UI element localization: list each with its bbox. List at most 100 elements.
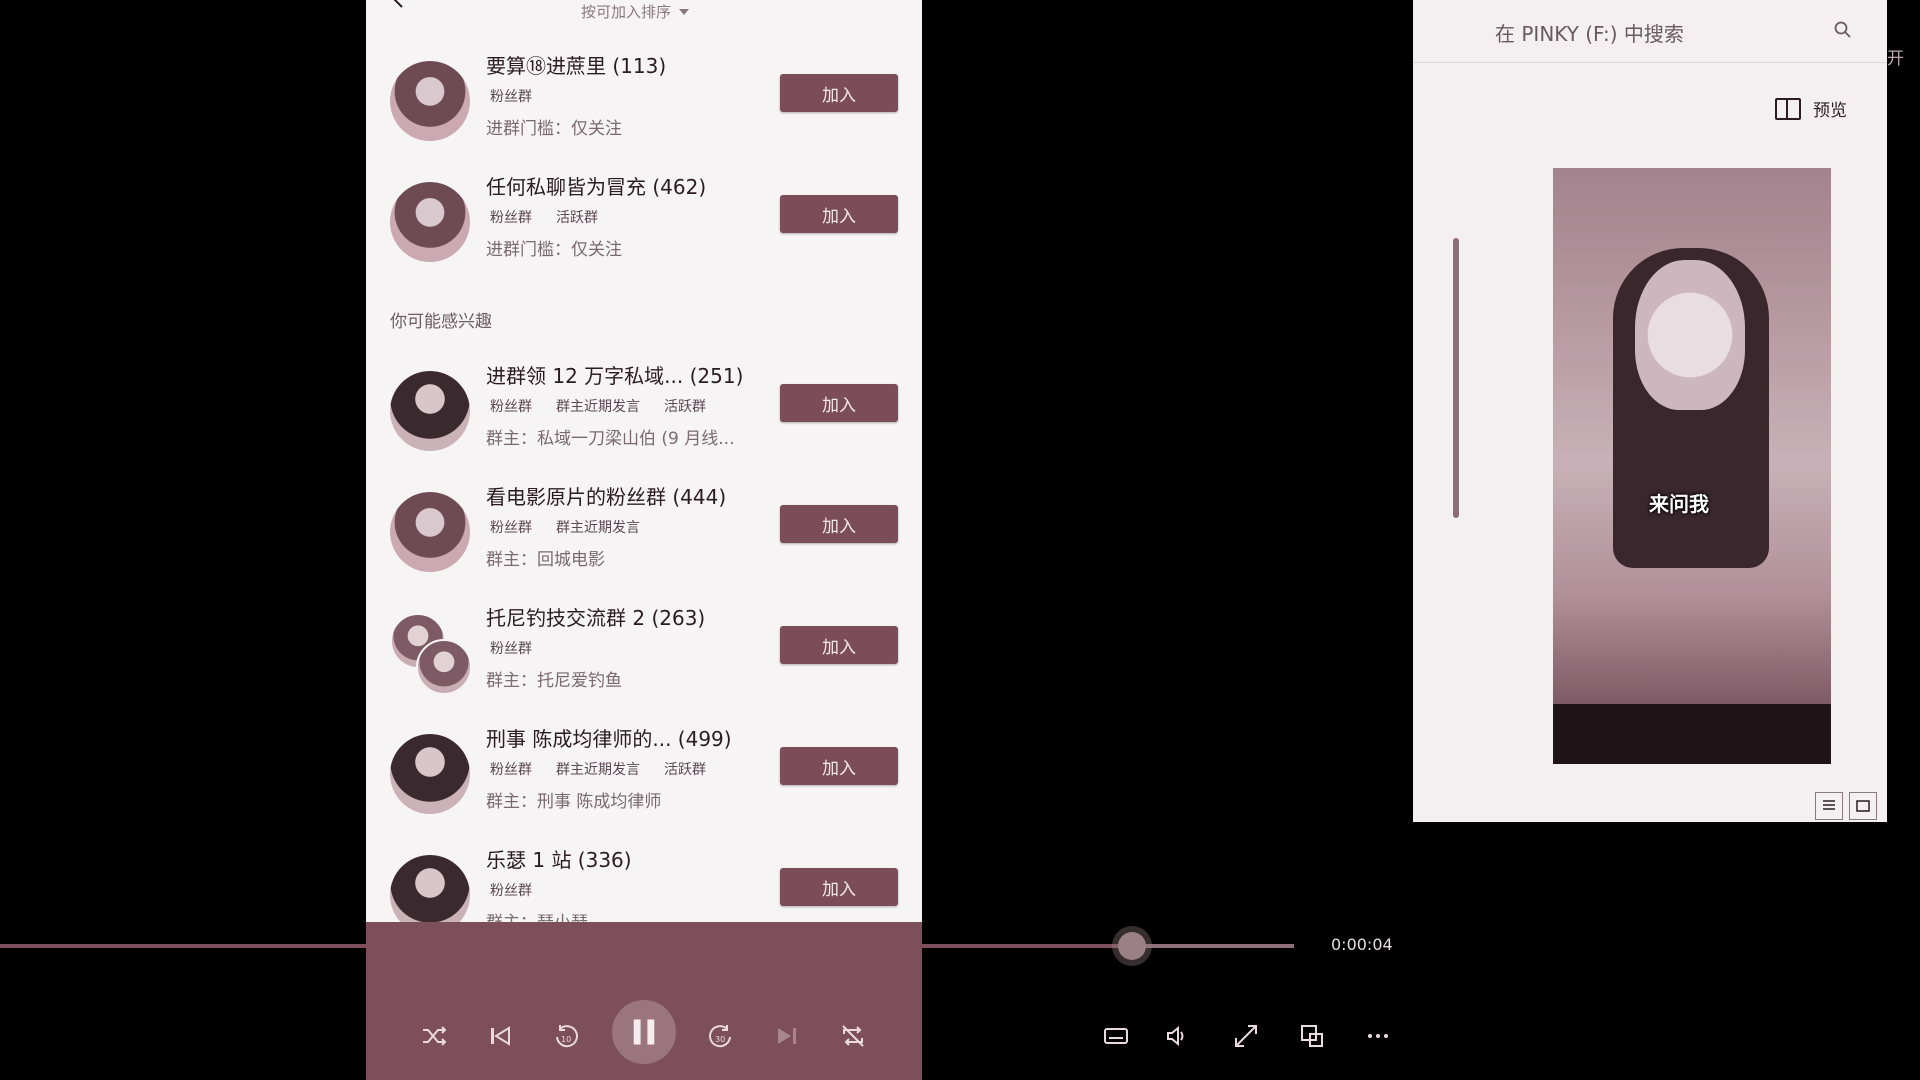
previous-icon: [491, 1026, 510, 1046]
seek-thumb[interactable]: [1118, 932, 1146, 960]
group-tag: 粉丝群: [490, 762, 532, 778]
search-icon[interactable]: [1833, 20, 1853, 40]
group-subtitle: 群主：回城电影: [486, 550, 605, 570]
avatar: [390, 855, 470, 925]
preview-bottom-bar: [1553, 704, 1831, 764]
repeat-off-icon: [842, 1025, 864, 1047]
next-button[interactable]: [769, 1018, 805, 1054]
subtitles-button[interactable]: [1098, 1018, 1134, 1054]
video-thumbnail: 来问我: [1553, 168, 1831, 704]
svg-text:30: 30: [715, 1035, 725, 1044]
group-subtitle: 进群门槛：仅关注: [486, 240, 622, 260]
pause-icon: [633, 1019, 655, 1045]
list-header: 按可加入排序: [366, 0, 922, 22]
search-placeholder: 在 PINKY (F:) 中搜索: [1495, 22, 1684, 46]
group-item[interactable]: 托尼钓技交流群 2 (263) 粉丝群 群主：托尼爱钓鱼 加入: [366, 598, 922, 708]
group-subtitle: 群主：刑事 陈成均律师: [486, 792, 662, 812]
preview-caption: 来问我: [1649, 492, 1709, 516]
explorer-bottom-area: [1413, 822, 1887, 1080]
group-tag: 粉丝群: [490, 883, 532, 899]
group-tag: 粉丝群: [490, 641, 532, 657]
file-explorer-pane: 在 PINKY (F:) 中搜索 预览 来问我: [1413, 0, 1887, 822]
mini-player-button[interactable]: [1294, 1018, 1330, 1054]
group-tag: 活跃群: [664, 399, 706, 415]
join-button[interactable]: 加入: [780, 868, 898, 906]
avatar: [390, 61, 470, 141]
group-tag: 粉丝群: [490, 89, 532, 105]
avatar: [390, 371, 470, 451]
subtitles-icon: [1104, 1028, 1128, 1044]
fullscreen-icon: [1235, 1025, 1257, 1047]
group-subtitle: 群主：私域一刀梁山伯 (9 月线...: [486, 429, 735, 449]
next-icon: [778, 1028, 796, 1044]
shuffle-button[interactable]: [416, 1018, 452, 1054]
group-title: 要算⑱进蔗里 (113): [486, 54, 667, 78]
group-title: 托尼钓技交流群 2 (263): [486, 606, 706, 630]
open-menu[interactable]: 开: [1887, 44, 1904, 69]
seek-bar-played: [0, 944, 1132, 948]
search-input[interactable]: 在 PINKY (F:) 中搜索: [1413, 0, 1887, 63]
fullscreen-button[interactable]: [1228, 1018, 1264, 1054]
pause-button[interactable]: [612, 1000, 676, 1064]
group-title: 进群领 12 万字私域... (251): [486, 364, 744, 388]
rewind-10-button[interactable]: 10: [548, 1018, 584, 1054]
volume-button[interactable]: [1159, 1018, 1195, 1054]
more-button[interactable]: [1360, 1018, 1396, 1054]
group-list-panel: 按可加入排序 要算⑱进蔗里 (113) 粉丝群 进群门槛：仅关注 加入 任何私聊…: [366, 0, 922, 925]
sort-dropdown[interactable]: 按可加入排序: [581, 1, 690, 22]
preview-label: 预览: [1813, 101, 1847, 121]
join-button[interactable]: 加入: [780, 74, 898, 112]
group-subtitle: 进群门槛：仅关注: [486, 119, 622, 139]
mini-player-icon: [1301, 1025, 1323, 1047]
rewind-10-icon: 10: [556, 1025, 578, 1048]
group-item[interactable]: 要算⑱进蔗里 (113) 粉丝群 进群门槛：仅关注 加入: [366, 46, 922, 156]
group-title: 刑事 陈成均律师的... (499): [486, 727, 732, 751]
caret-down-icon: [679, 8, 690, 15]
group-title: 看电影原片的粉丝群 (444): [486, 485, 727, 509]
group-item[interactable]: 乐瑟 1 站 (336) 粉丝群 群主：瑟小瑟 加入: [366, 840, 922, 925]
svg-text:10: 10: [561, 1035, 571, 1044]
preview-button[interactable]: 预览: [1775, 96, 1847, 121]
preview-pane-icon: [1775, 97, 1801, 120]
repeat-button[interactable]: [835, 1018, 871, 1054]
avatar: [390, 492, 470, 572]
more-icon: [1368, 1034, 1388, 1038]
avatar: [390, 182, 470, 262]
forward-30-button[interactable]: 30: [703, 1018, 739, 1054]
scrollbar[interactable]: [1453, 238, 1459, 518]
group-item[interactable]: 刑事 陈成均律师的... (499) 粉丝群 群主近期发言 活跃群 群主：刑事 …: [366, 719, 922, 829]
group-item[interactable]: 看电影原片的粉丝群 (444) 粉丝群 群主近期发言 群主：回城电影 加入: [366, 477, 922, 587]
group-title: 任何私聊皆为冒充 (462): [486, 175, 707, 199]
group-tag: 粉丝群: [490, 399, 532, 415]
details-view-icon[interactable]: [1815, 792, 1843, 820]
elapsed-time: 0:00:04: [1331, 935, 1393, 954]
preview-image: 来问我: [1553, 168, 1831, 764]
group-title: 乐瑟 1 站 (336): [486, 848, 632, 872]
join-button[interactable]: 加入: [780, 747, 898, 785]
group-tag: 活跃群: [664, 762, 706, 778]
join-button[interactable]: 加入: [780, 626, 898, 664]
view-toggle: [1815, 792, 1877, 820]
preview-face: [1635, 260, 1745, 410]
group-tag: 群主近期发言: [556, 762, 640, 778]
section-heading: 你可能感兴趣: [390, 312, 492, 332]
group-tag: 粉丝群: [490, 210, 532, 226]
shuffle-icon: [423, 1026, 447, 1046]
group-item[interactable]: 进群领 12 万字私域... (251) 粉丝群 群主近期发言 活跃群 群主：私…: [366, 356, 922, 466]
join-button[interactable]: 加入: [780, 505, 898, 543]
avatar: [390, 613, 472, 695]
tiles-view-icon[interactable]: [1849, 792, 1877, 820]
sort-label: 按可加入排序: [581, 3, 672, 21]
previous-button[interactable]: [482, 1018, 518, 1054]
group-subtitle: 群主：托尼爱钓鱼: [486, 671, 622, 691]
group-tag: 群主近期发言: [556, 520, 640, 536]
join-button[interactable]: 加入: [780, 384, 898, 422]
group-tag: 活跃群: [556, 210, 598, 226]
group-tag: 群主近期发言: [556, 399, 640, 415]
group-item[interactable]: 任何私聊皆为冒充 (462) 粉丝群 活跃群 进群门槛：仅关注 加入: [366, 167, 922, 277]
avatar: [390, 734, 470, 814]
volume-icon: [1167, 1025, 1184, 1047]
group-tag: 粉丝群: [490, 520, 532, 536]
join-button[interactable]: 加入: [780, 195, 898, 233]
back-icon[interactable]: [391, 0, 407, 8]
